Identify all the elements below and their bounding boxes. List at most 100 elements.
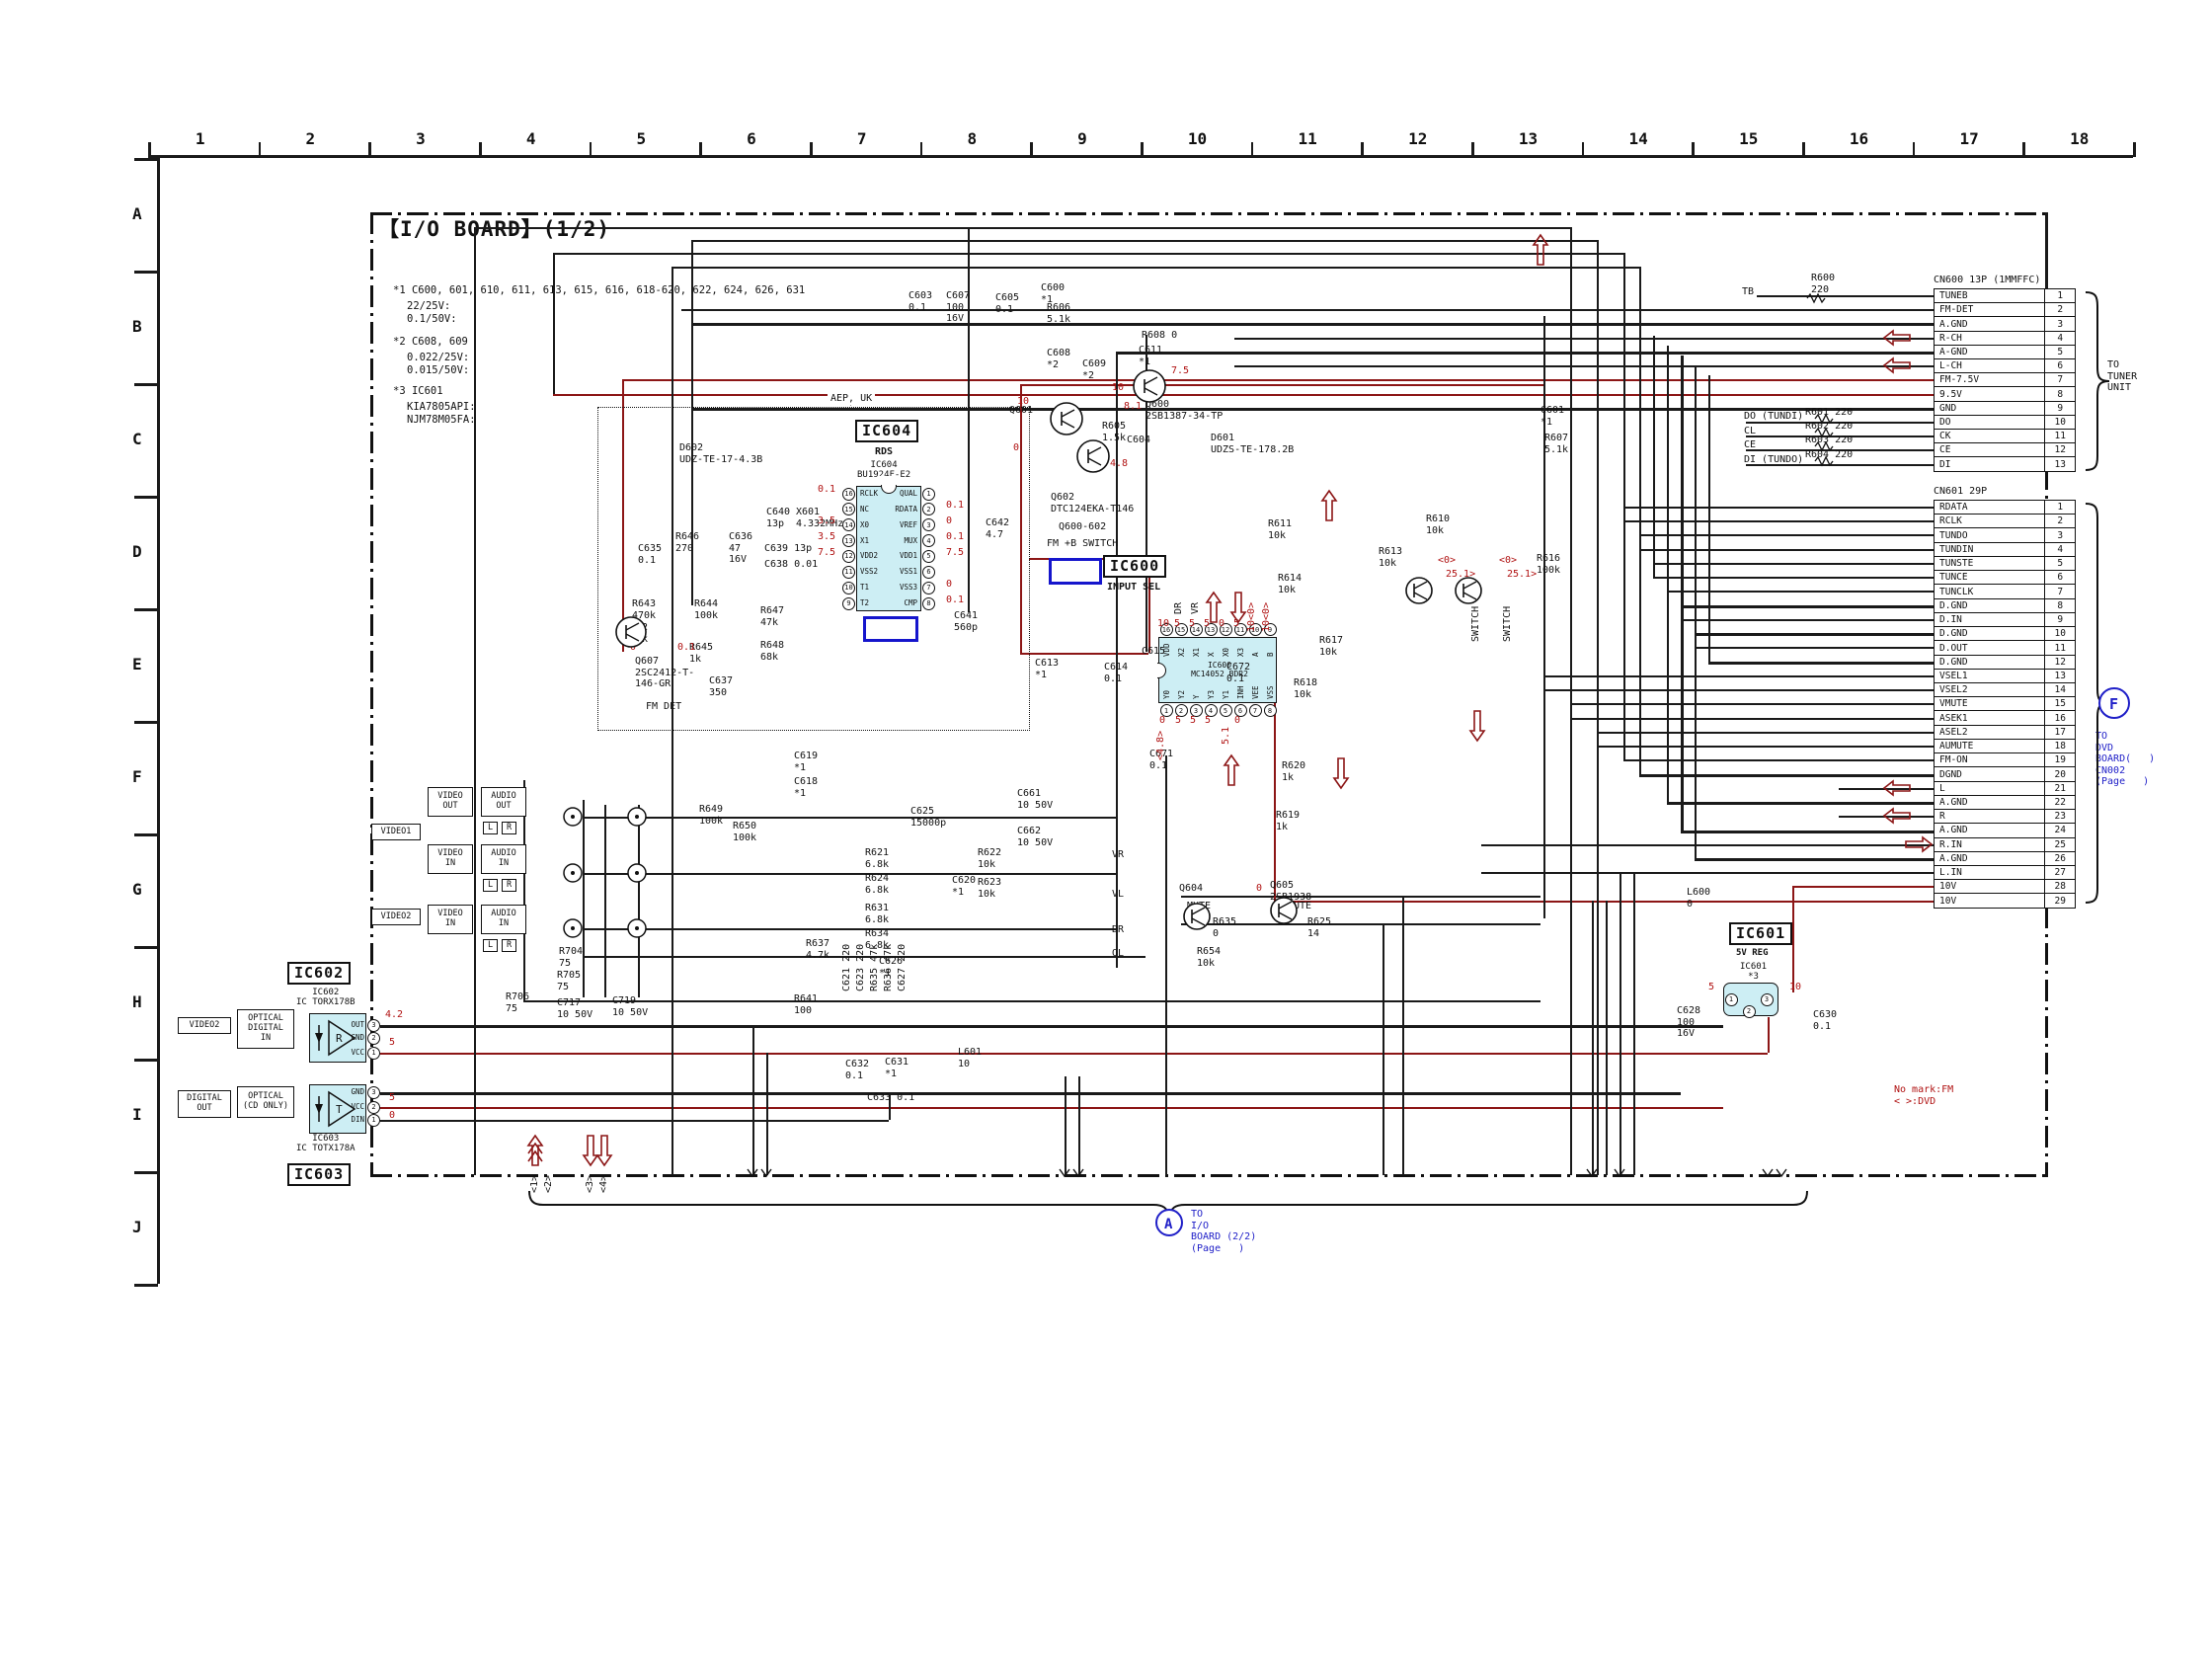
pin-name: L-CH (1935, 359, 2045, 372)
component-label: Q605 2SB1938 (1270, 880, 1311, 903)
component-label: R605 1.5k (1102, 421, 1126, 443)
component-label: 10 (1157, 618, 1169, 630)
component-label: 5 (1205, 715, 1211, 727)
wire (1839, 788, 1934, 790)
component-label: R624 6.8k (865, 873, 889, 896)
component-label: C608 *2 (1047, 348, 1070, 370)
wire (474, 227, 1570, 229)
jack-label-video-out: VIDEO OUT (428, 787, 473, 817)
ic603-pin-name: GND (343, 1088, 364, 1096)
component-label: <2> (543, 1175, 555, 1193)
pin-name: DO (1935, 416, 2045, 429)
component-label: C635 0.1 (638, 543, 662, 566)
ruler-tick (134, 1171, 158, 1174)
component-label: C661 10 50V (1017, 788, 1053, 811)
wire (1597, 240, 1599, 1175)
pin-number: 18 (2045, 740, 2075, 752)
ic600-notch-mask (1148, 661, 1157, 680)
wire (2045, 212, 2048, 288)
optical-label-digital-in: OPTICAL DIGITAL IN (237, 1009, 294, 1049)
component-label: R646 270 (675, 531, 699, 554)
wire (1592, 901, 1594, 1175)
component-label: Q604 (1179, 883, 1203, 895)
pin-name: 10V (1935, 894, 2045, 907)
wire (553, 253, 1623, 255)
jack-label-video1: VIDEO1 (371, 824, 421, 840)
grid-col-label: 7 (857, 130, 867, 148)
ic604-pin-circle: 7 (922, 582, 935, 594)
wire (1681, 831, 1934, 833)
pin-name: A-GND (1935, 346, 2045, 358)
pin-number: 9 (2045, 402, 2075, 415)
ic600-pin-name: B (1267, 652, 1275, 657)
connector-pin-row: A.GND26 (1934, 851, 2076, 866)
component-label: 25.1> (1446, 569, 1475, 581)
wire (691, 323, 1934, 326)
wire (583, 928, 1116, 930)
wire (1792, 886, 1794, 992)
component-label: C605 0.1 (995, 292, 1019, 315)
connector-label: CN600 13P (1MMFFC) (1934, 275, 2040, 285)
pin-number: 21 (2045, 782, 2075, 795)
wire (1402, 896, 1404, 1175)
wire (1606, 901, 1608, 1175)
pin-number: 28 (2045, 880, 2075, 893)
rca-jack-symbol (564, 808, 582, 826)
svg-text:A: A (1164, 1217, 1173, 1232)
grid-row-label: F (132, 768, 142, 786)
pin-number: 3 (2045, 528, 2075, 541)
component-label: VR (1112, 849, 1124, 861)
ic602-pin-circle: 3 (367, 1019, 380, 1032)
svg-text:T: T (336, 1103, 343, 1116)
board-outline-bottom (370, 1174, 2048, 1177)
wire (1681, 619, 1934, 621)
component-label: R647 47k (760, 605, 784, 628)
component-label: 7.5 (818, 547, 835, 559)
ic602-pin-name: OUT (343, 1021, 364, 1029)
pin-number: 3 (2045, 317, 2075, 330)
jack-label-l: L (483, 939, 498, 952)
ref-circle-f (2099, 688, 2129, 718)
component-label: R613 10k (1379, 546, 1402, 569)
component-label: TB (1742, 286, 1754, 298)
parts-note-head: *1 C600, 601, 610, 611, 613, 615, 616, 6… (393, 284, 805, 296)
pin-name: TUNCE (1935, 571, 2045, 584)
pin-number: 1 (2045, 289, 2075, 302)
component-label: R704 75 (559, 946, 583, 969)
pin-number: 2 (2045, 303, 2075, 316)
component-label: 10 (1112, 382, 1124, 394)
ic604-pin-name: T1 (860, 584, 869, 592)
component-label: 10<0> (1261, 602, 1273, 632)
ic603-pin-name: VCC (343, 1103, 364, 1111)
wire (380, 1107, 1723, 1109)
connector-pin-row: 9.5V8 (1934, 386, 2076, 401)
ic602-pin-name: GND (343, 1034, 364, 1042)
component-label: R641 100 (794, 993, 818, 1016)
parts-note-head: *3 IC601 (393, 385, 443, 397)
ic604-pin-name: X1 (860, 537, 869, 545)
wire (1623, 759, 1934, 761)
connector-pin-row: L.IN27 (1934, 865, 2076, 880)
ruler-tick (134, 158, 158, 161)
svg-text:R: R (336, 1032, 343, 1045)
grid-col-label: 10 (1188, 130, 1207, 148)
wire (1620, 873, 1621, 1175)
component-label: <0> (1499, 555, 1517, 567)
pin-number: 8 (2045, 387, 2075, 400)
wire (1234, 338, 1934, 340)
grid-row-label: H (132, 993, 142, 1011)
ic600-pin-circle: 8 (1264, 704, 1277, 717)
component-label: 0 (946, 515, 952, 527)
component-label: C609 *2 (1082, 358, 1106, 381)
component-label: TO DVD BOARD( ) CN002 (Page ) (2095, 731, 2155, 788)
component-label: 5 (1233, 618, 1239, 630)
parts-note-line: 22/25V: (407, 300, 450, 312)
pin-number: 7 (2045, 585, 2075, 597)
pin-number: 6 (2045, 571, 2075, 584)
wire (380, 1092, 1681, 1095)
wire (1020, 653, 1148, 655)
parts-note-head: *2 C608, 609 (393, 336, 468, 348)
connector-pin-row: RCLK2 (1934, 514, 2076, 528)
pin-name: GND (1935, 402, 2045, 415)
component-label: R611 10k (1268, 518, 1292, 541)
